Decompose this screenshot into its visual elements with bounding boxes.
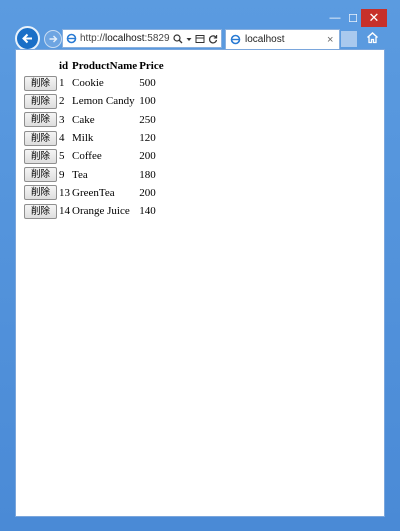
delete-button[interactable]: 削除: [24, 75, 57, 91]
table-row: 削除 13 GreenTea 200: [23, 184, 165, 202]
cell-product-name: Coffee: [72, 150, 102, 163]
cell-id: 13: [59, 186, 70, 199]
cell-price: 500: [139, 77, 156, 90]
arrow-left-icon: [22, 33, 32, 44]
table-row: 削除 1 Cookie 500: [23, 74, 165, 92]
cell-price: 140: [139, 205, 156, 218]
table-row: 削除 9 Tea 180: [23, 165, 165, 183]
new-tab-button[interactable]: [341, 31, 357, 47]
back-button[interactable]: [15, 26, 40, 51]
cell-product-name: Milk: [72, 132, 94, 145]
home-icon: [366, 31, 378, 43]
delete-button[interactable]: 削除: [24, 93, 57, 109]
table-header-row: id ProductName Price: [23, 57, 165, 74]
table-row: 削除 2 Lemon Candy 100: [23, 92, 165, 110]
compatibility-view-icon[interactable]: [195, 34, 205, 44]
table-row: 削除 5 Coffee 200: [23, 147, 165, 165]
address-bar[interactable]: http://localhost:58295/\: [62, 29, 222, 48]
header-action: [23, 57, 58, 74]
delete-button[interactable]: 削除: [24, 185, 57, 201]
cell-price: 180: [139, 168, 156, 181]
table-row: 削除 4 Milk 120: [23, 129, 165, 147]
search-icon[interactable]: [173, 33, 183, 44]
delete-button[interactable]: 削除: [24, 112, 57, 128]
dropdown-icon[interactable]: [186, 34, 192, 44]
delete-button[interactable]: 削除: [24, 130, 57, 146]
cell-price: 200: [139, 186, 156, 199]
refresh-icon[interactable]: [208, 34, 218, 44]
cell-product-name: Cake: [72, 113, 95, 126]
home-button[interactable]: [364, 29, 380, 45]
address-url[interactable]: http://localhost:58295/\: [80, 33, 170, 44]
cell-price: 250: [139, 113, 156, 126]
forward-button[interactable]: [44, 30, 62, 48]
table-row: 削除 3 Cake 250: [23, 111, 165, 129]
cell-id: 14: [59, 205, 70, 218]
ie-logo-icon: [230, 34, 241, 45]
product-table: id ProductName Price 削除 1 Cookie 500 削除 …: [23, 57, 165, 220]
cell-product-name: Orange Juice: [72, 205, 130, 218]
delete-button[interactable]: 削除: [24, 203, 57, 219]
close-window-button[interactable]: ✕: [361, 9, 387, 27]
cell-price: 200: [139, 150, 156, 163]
delete-button[interactable]: 削除: [24, 148, 57, 164]
cell-product-name: Cookie: [72, 77, 104, 90]
page-content: id ProductName Price 削除 1 Cookie 500 削除 …: [15, 49, 385, 517]
cell-product-name: Lemon Candy: [72, 95, 135, 108]
arrow-right-icon: [49, 35, 58, 43]
cell-product-name: GreenTea: [72, 186, 115, 199]
table-row: 削除 14 Orange Juice 140: [23, 202, 165, 220]
cell-product-name: Tea: [72, 168, 88, 181]
cell-id: 1: [59, 77, 65, 90]
header-price: Price: [139, 59, 164, 72]
browser-window: — ☐ ✕ http://localhost:58295/\ localhost: [0, 0, 400, 531]
cell-id: 3: [59, 113, 65, 126]
close-tab-button[interactable]: ×: [327, 34, 339, 46]
header-product-name: ProductName: [72, 59, 138, 72]
cell-id: 5: [59, 150, 65, 163]
cell-id: 4: [59, 132, 65, 145]
header-id: id: [59, 59, 69, 72]
delete-button[interactable]: 削除: [24, 167, 57, 183]
cell-id: 2: [59, 95, 65, 108]
cell-price: 120: [139, 132, 156, 145]
tab-localhost[interactable]: localhost ×: [225, 29, 340, 49]
tab-label: localhost: [245, 34, 285, 45]
cell-price: 100: [139, 95, 156, 108]
ie-logo-icon: [66, 33, 77, 44]
cell-id: 9: [59, 168, 65, 181]
